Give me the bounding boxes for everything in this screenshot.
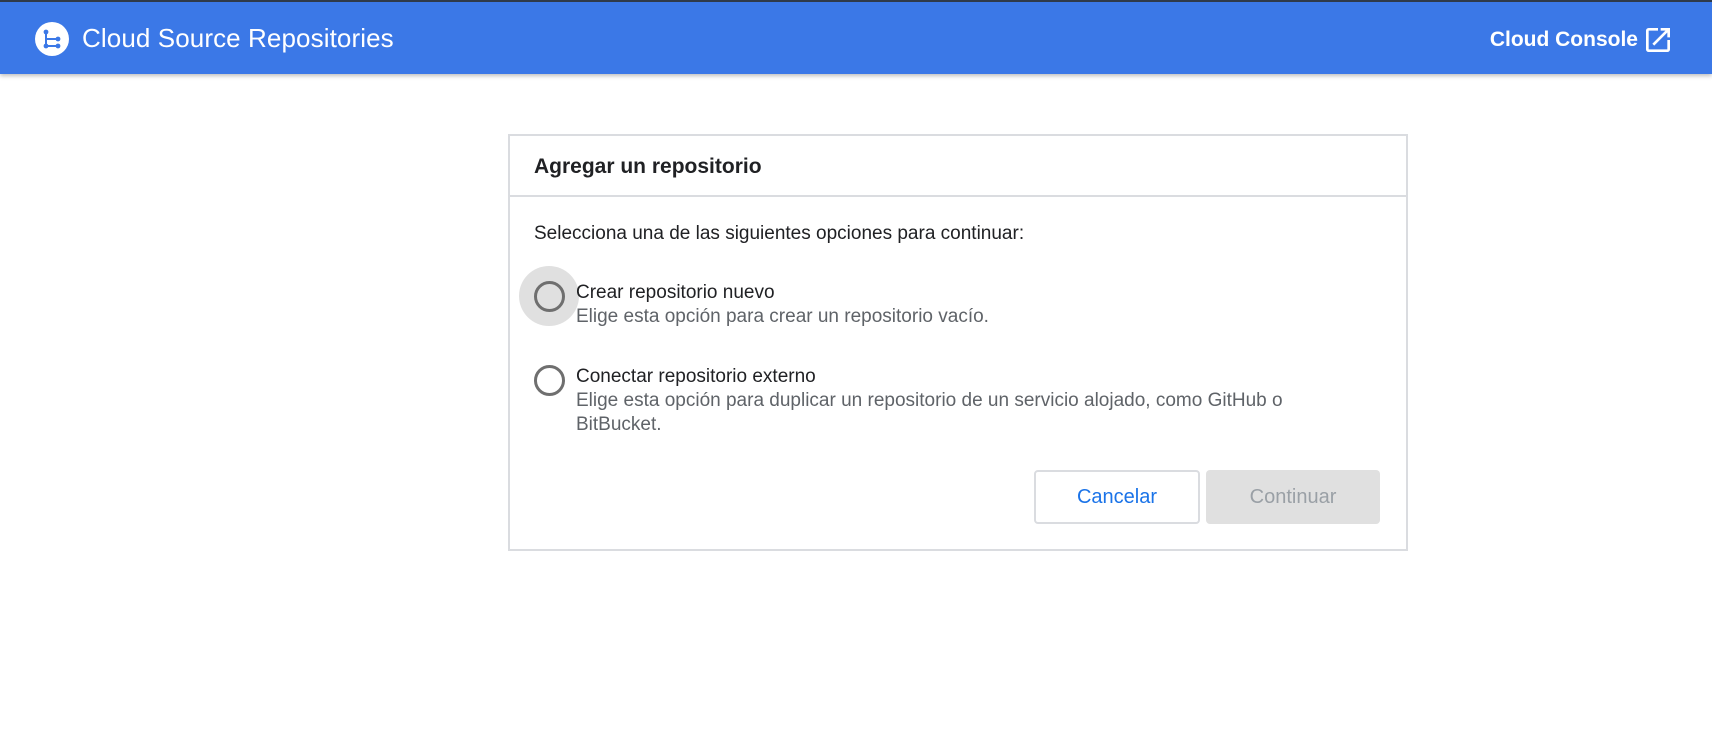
source-repositories-icon[interactable] bbox=[35, 22, 69, 56]
radio-container bbox=[519, 350, 579, 410]
cloud-console-label: Cloud Console bbox=[1489, 28, 1638, 51]
cancel-button[interactable]: Cancelar bbox=[1034, 470, 1200, 524]
continue-button[interactable]: Continuar bbox=[1206, 470, 1380, 524]
cloud-console-link[interactable]: Cloud Console bbox=[1490, 24, 1674, 56]
connect-repo-radio[interactable] bbox=[533, 364, 565, 396]
option-label: Crear repositorio nuevo bbox=[576, 282, 775, 303]
add-repository-dialog: Agregar un repositorio Selecciona una de… bbox=[508, 134, 1408, 551]
option-description: Elige esta opción para crear un reposito… bbox=[576, 306, 989, 327]
create-repo-radio[interactable] bbox=[533, 280, 565, 312]
option-label: Conectar repositorio externo bbox=[576, 366, 816, 387]
dialog-header: Agregar un repositorio bbox=[510, 136, 1406, 197]
open-in-new-icon bbox=[1642, 24, 1674, 56]
app-title: Cloud Source Repositories bbox=[82, 23, 394, 53]
option-description: Elige esta opción para duplicar un repos… bbox=[576, 390, 1283, 435]
instruction-text: Selecciona una de las siguientes opcione… bbox=[534, 223, 1025, 244]
radio-focus-ripple bbox=[519, 266, 579, 326]
dialog-title: Agregar un repositorio bbox=[534, 155, 762, 178]
top-app-bar: Cloud Source Repositories Cloud Console bbox=[0, 0, 1712, 74]
